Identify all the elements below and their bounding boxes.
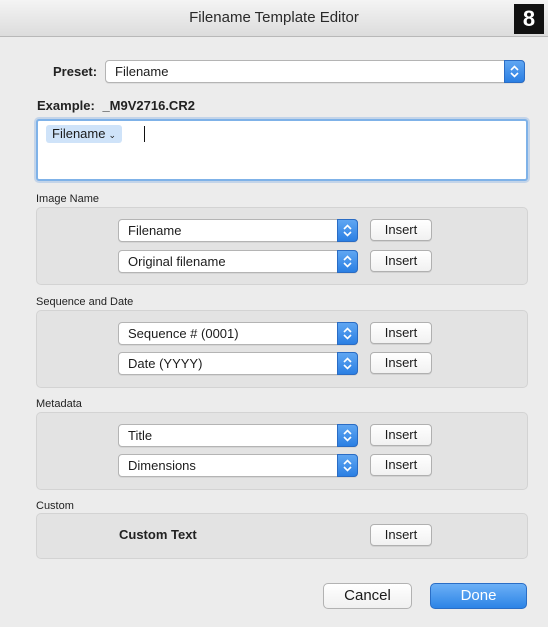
stepper-icon — [337, 352, 358, 375]
cancel-button[interactable]: Cancel — [323, 583, 412, 609]
dimensions-popup[interactable]: Dimensions — [118, 454, 358, 477]
sequence-popup[interactable]: Sequence # (0001) — [118, 322, 358, 345]
date-popup[interactable]: Date (YYYY) — [118, 352, 358, 375]
stepper-icon — [337, 250, 358, 273]
popup-value: Filename — [128, 223, 182, 238]
insert-button[interactable]: Insert — [370, 524, 432, 546]
image-name-popup-2[interactable]: Original filename — [118, 250, 358, 273]
popup-value: Date (YYYY) — [128, 356, 203, 371]
template-field[interactable]: Filename ⌄ — [36, 119, 528, 181]
insert-button[interactable]: Insert — [370, 454, 432, 476]
filename-token[interactable]: Filename ⌄ — [46, 125, 123, 143]
stepper-icon — [337, 424, 358, 447]
insert-button[interactable]: Insert — [370, 322, 432, 344]
chevron-down-icon: ⌄ — [108, 130, 117, 140]
popup-value: Original filename — [128, 254, 226, 269]
title-bar: Filename Template Editor — [0, 0, 548, 37]
custom-group — [36, 513, 528, 559]
done-button[interactable]: Done — [430, 583, 527, 609]
section-sequence-date-title: Sequence and Date — [36, 296, 134, 308]
stepper-icon — [337, 454, 358, 477]
preset-popup[interactable]: Filename — [105, 60, 525, 83]
example-value: _M9V2716.CR2 — [102, 98, 195, 113]
figure-badge: 8 — [514, 4, 544, 34]
window-title: Filename Template Editor — [189, 9, 359, 26]
stepper-icon — [504, 60, 525, 83]
popup-value: Dimensions — [128, 458, 196, 473]
title-popup[interactable]: Title — [118, 424, 358, 447]
example-row: Example: _M9V2716.CR2 — [37, 98, 195, 113]
popup-value: Sequence # (0001) — [128, 326, 239, 341]
stepper-icon — [337, 219, 358, 242]
preset-value: Filename — [115, 64, 169, 79]
popup-value: Title — [128, 428, 153, 443]
section-metadata-title: Metadata — [36, 398, 82, 410]
section-image-name-title: Image Name — [36, 193, 99, 205]
text-caret — [144, 126, 145, 142]
insert-button[interactable]: Insert — [370, 219, 432, 241]
stepper-icon — [337, 322, 358, 345]
token-label: Filename — [52, 126, 106, 141]
section-custom-title: Custom — [36, 500, 74, 512]
insert-button[interactable]: Insert — [370, 352, 432, 374]
insert-button[interactable]: Insert — [370, 424, 432, 446]
example-label: Example: — [37, 98, 95, 113]
custom-text-label: Custom Text — [119, 527, 197, 542]
preset-label: Preset: — [53, 64, 98, 79]
insert-button[interactable]: Insert — [370, 250, 432, 272]
image-name-popup-1[interactable]: Filename — [118, 219, 358, 242]
